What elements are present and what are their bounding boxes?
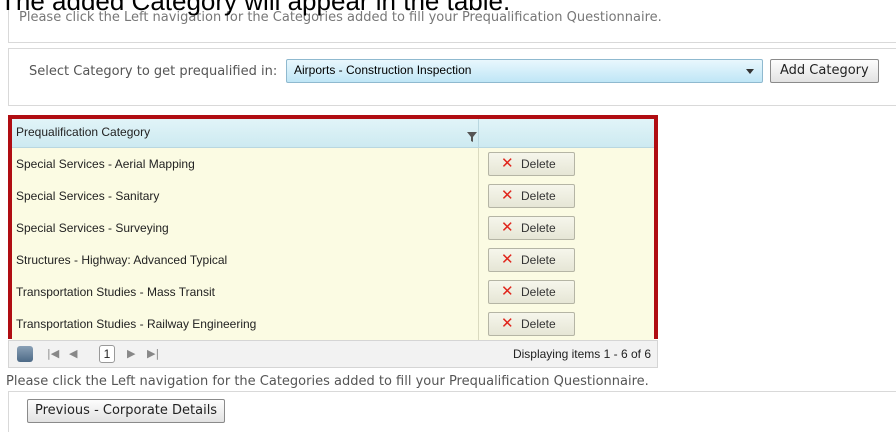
column-divider [478, 308, 479, 340]
pager-info: Displaying items 1 - 6 of 6 [512, 347, 651, 361]
category-cell: Special Services - Surveying [16, 221, 169, 235]
table-row: Structures - Highway: Advanced Typical ✕… [12, 244, 654, 277]
delete-button[interactable]: ✕ Delete [488, 152, 575, 176]
x-icon: ✕ [501, 250, 514, 268]
caption-text: The added Category will appear in the ta… [0, 0, 511, 16]
table-row: Special Services - Sanitary ✕ Delete [12, 180, 654, 213]
category-cell: Transportation Studies - Railway Enginee… [16, 317, 257, 331]
grid-header: Prequalification Category [12, 119, 654, 148]
delete-label: Delete [521, 189, 556, 203]
grid-pager: |◀ ◀ 1 ▶ ▶| Displaying items 1 - 6 of 6 [8, 340, 658, 368]
category-select-panel: Select Category to get prequalified in: … [8, 48, 896, 106]
x-icon: ✕ [501, 154, 514, 172]
column-divider [478, 119, 479, 147]
category-cell: Special Services - Aerial Mapping [16, 157, 195, 171]
x-icon: ✕ [501, 314, 514, 332]
column-divider [478, 244, 479, 276]
filter-icon[interactable] [467, 127, 477, 146]
x-icon: ✕ [501, 186, 514, 204]
category-grid: Prequalification Category Special Servic… [8, 115, 658, 341]
delete-button[interactable]: ✕ Delete [488, 248, 575, 272]
delete-label: Delete [521, 285, 556, 299]
table-row: Special Services - Aerial Mapping ✕ Dele… [12, 148, 654, 181]
delete-button[interactable]: ✕ Delete [488, 280, 575, 304]
category-cell: Structures - Highway: Advanced Typical [16, 253, 228, 267]
delete-button[interactable]: ✕ Delete [488, 184, 575, 208]
column-divider [478, 180, 479, 212]
x-icon: ✕ [501, 282, 514, 300]
next-page-icon[interactable]: ▶ [127, 347, 135, 360]
last-page-icon[interactable]: ▶| [147, 347, 159, 360]
delete-label: Delete [521, 221, 556, 235]
chevron-down-icon [746, 69, 754, 74]
category-dropdown-value: Airports - Construction Inspection [294, 63, 472, 77]
refresh-icon[interactable] [17, 346, 33, 362]
column-divider [478, 276, 479, 308]
table-row: Transportation Studies - Mass Transit ✕ … [12, 276, 654, 309]
column-divider [478, 212, 479, 244]
first-page-icon[interactable]: |◀ [47, 347, 59, 360]
delete-label: Delete [521, 253, 556, 267]
x-icon: ✕ [501, 218, 514, 236]
column-header-category[interactable]: Prequalification Category [16, 125, 150, 139]
table-row: Transportation Studies - Railway Enginee… [12, 308, 654, 341]
previous-corporate-details-button[interactable]: Previous - Corporate Details [27, 399, 226, 423]
select-category-label: Select Category to get prequalified in: [29, 64, 278, 79]
column-divider [478, 148, 479, 180]
delete-label: Delete [521, 317, 556, 331]
delete-button[interactable]: ✕ Delete [488, 216, 575, 240]
navigation-note: Please click the Left navigation for the… [6, 374, 649, 389]
add-category-button[interactable]: Add Category [770, 59, 879, 83]
delete-button[interactable]: ✕ Delete [488, 312, 575, 336]
current-page-indicator[interactable]: 1 [99, 345, 115, 363]
category-dropdown[interactable]: Airports - Construction Inspection [286, 59, 763, 83]
table-row: Special Services - Surveying ✕ Delete [12, 212, 654, 245]
category-cell: Transportation Studies - Mass Transit [16, 285, 215, 299]
prev-page-icon[interactable]: ◀ [69, 347, 77, 360]
delete-label: Delete [521, 157, 556, 171]
category-cell: Special Services - Sanitary [16, 189, 160, 203]
